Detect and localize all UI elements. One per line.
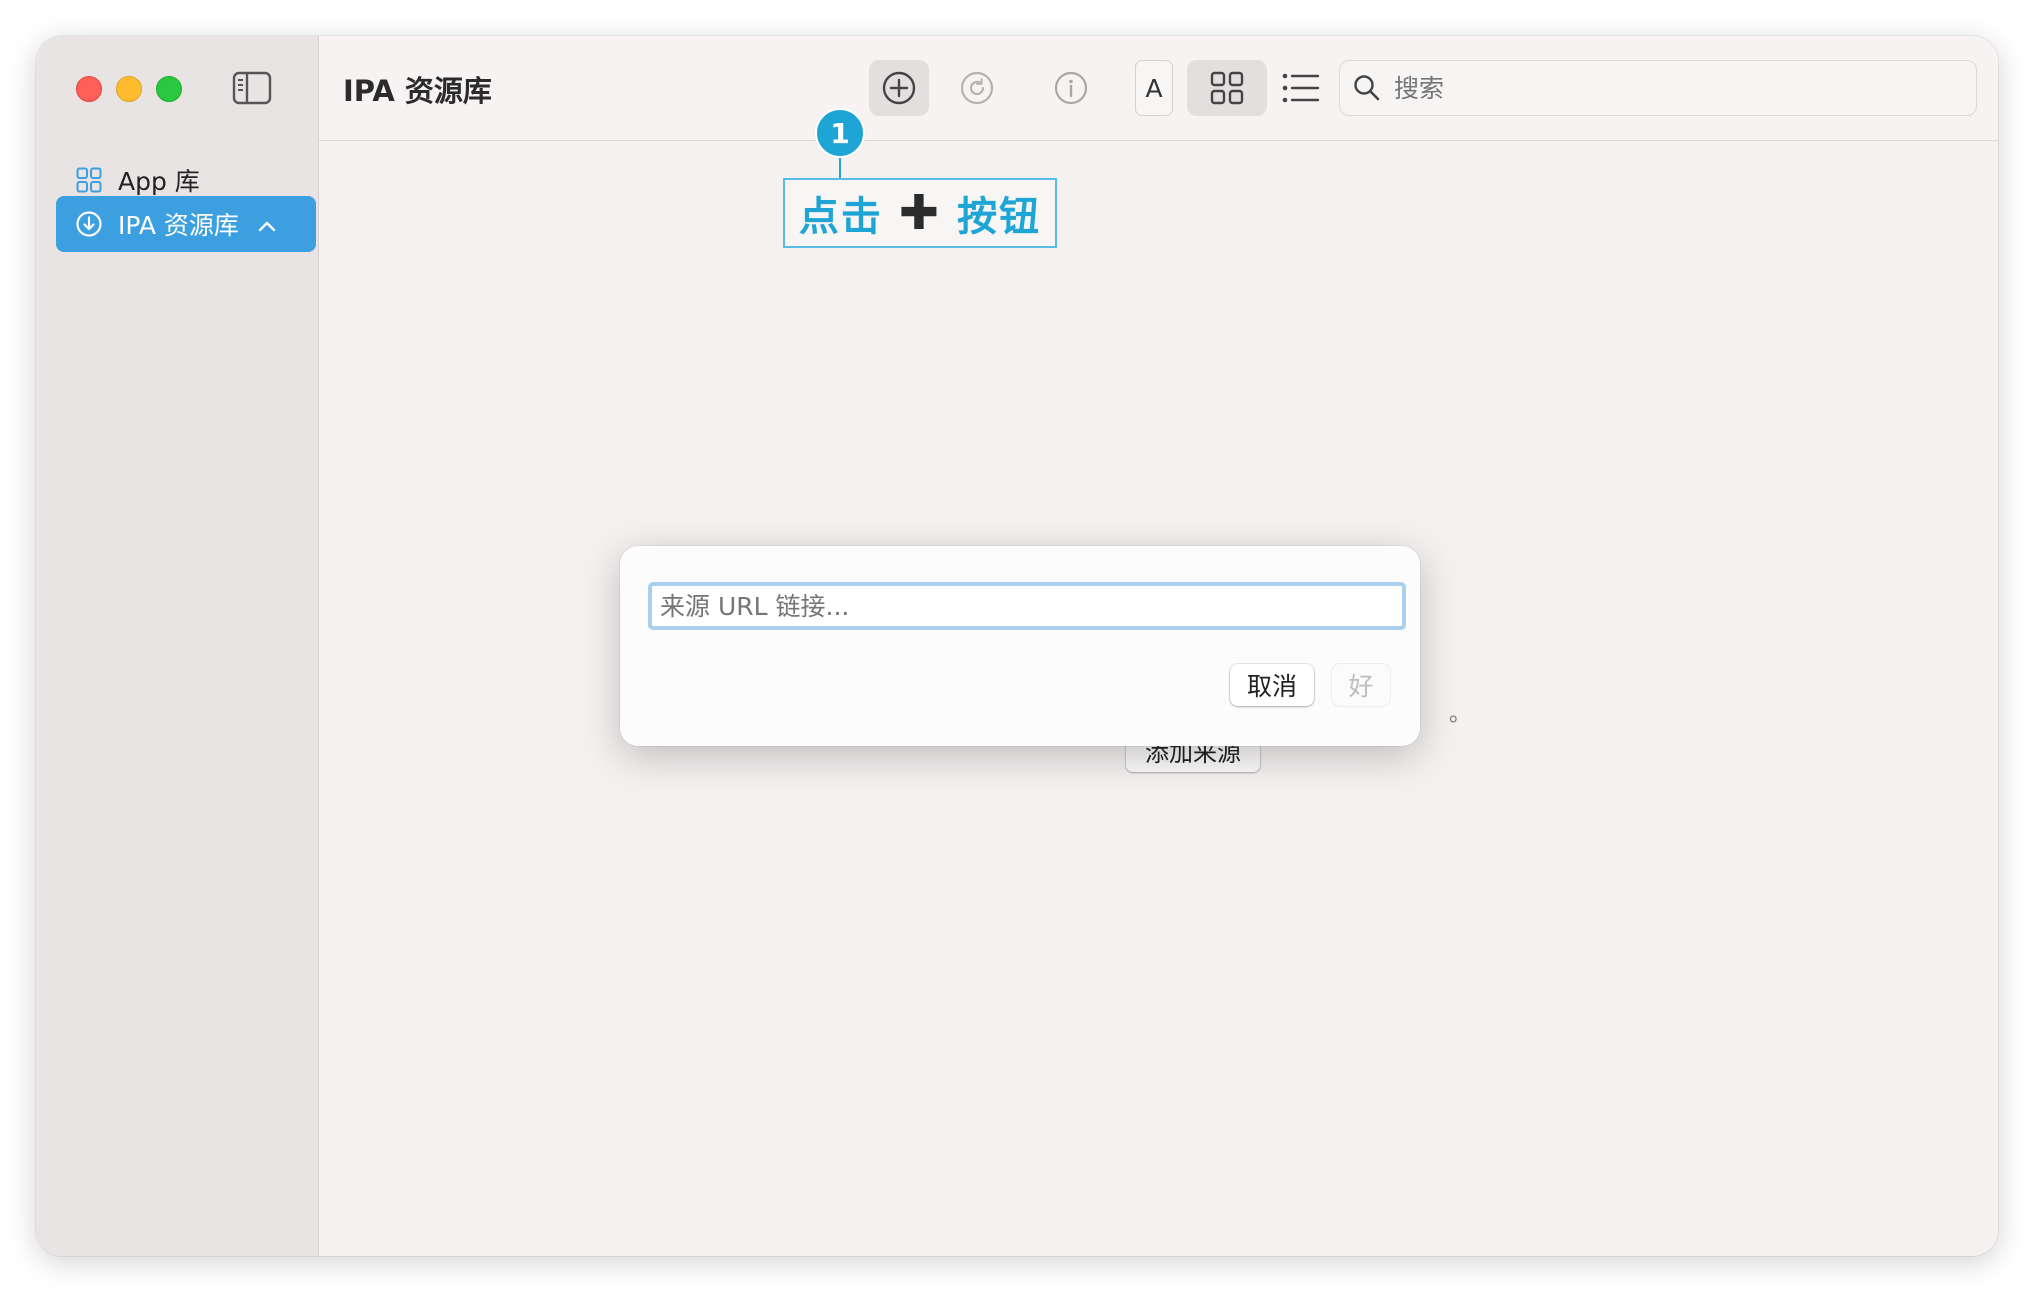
download-circle-icon (74, 209, 104, 239)
refresh-icon (960, 71, 994, 105)
grid-view-button[interactable] (1187, 60, 1267, 116)
minimize-window-button[interactable] (116, 76, 142, 102)
annotation-callout: 点击 ✚ 按钮 (783, 178, 1057, 248)
app-window: App 库 IPA 资源库 IPA 资源库 A 搜索 1 点击 ✚ 按钮 添加来… (36, 36, 1998, 1256)
grid-view-icon (1210, 71, 1244, 105)
annotation-step-badge: 1 (815, 108, 865, 158)
zoom-window-button[interactable] (156, 76, 182, 102)
sidebar-item-ipa-library[interactable]: IPA 资源库 (56, 196, 316, 252)
info-button[interactable] (1043, 60, 1099, 116)
annotation-connector (839, 158, 841, 178)
sidebar-item-label: App 库 (118, 167, 200, 196)
refresh-button[interactable] (949, 60, 1005, 116)
toolbar: IPA 资源库 A 搜索 (319, 36, 1998, 141)
list-view-button[interactable] (1273, 60, 1329, 116)
add-source-dialog: 取消 好 (620, 546, 1420, 746)
source-url-input[interactable] (648, 582, 1406, 630)
close-window-button[interactable] (76, 76, 102, 102)
ok-button[interactable]: 好 (1332, 664, 1390, 706)
placeholder-trailing-punct: 。 (1449, 702, 1472, 727)
annotation-text-after: 按钮 (957, 194, 1042, 240)
list-view-icon (1282, 73, 1320, 103)
sidebar: App 库 IPA 资源库 (36, 36, 319, 1256)
cancel-button[interactable]: 取消 (1230, 664, 1314, 706)
sidebar-toggle-button[interactable] (232, 71, 272, 109)
add-source-button[interactable] (869, 60, 929, 116)
plus-icon: ✚ (898, 185, 942, 241)
info-icon (1054, 71, 1088, 105)
search-icon (1352, 73, 1382, 103)
annotation-text-before: 点击 (798, 194, 883, 240)
search-field[interactable] (1339, 60, 1977, 116)
sidebar-icon (232, 71, 272, 105)
grid-icon (74, 165, 104, 195)
sidebar-item-label: IPA 资源库 (118, 211, 239, 240)
font-button[interactable]: A (1135, 60, 1173, 116)
page-title: IPA 资源库 (343, 74, 492, 108)
chevron-up-icon[interactable] (257, 210, 277, 239)
plus-circle-icon (882, 71, 916, 105)
main-content: IPA 资源库 A 搜索 1 点击 ✚ 按钮 添加来源 。 来源 URL 链接.… (319, 36, 1998, 1256)
search-input[interactable] (1392, 72, 1956, 104)
